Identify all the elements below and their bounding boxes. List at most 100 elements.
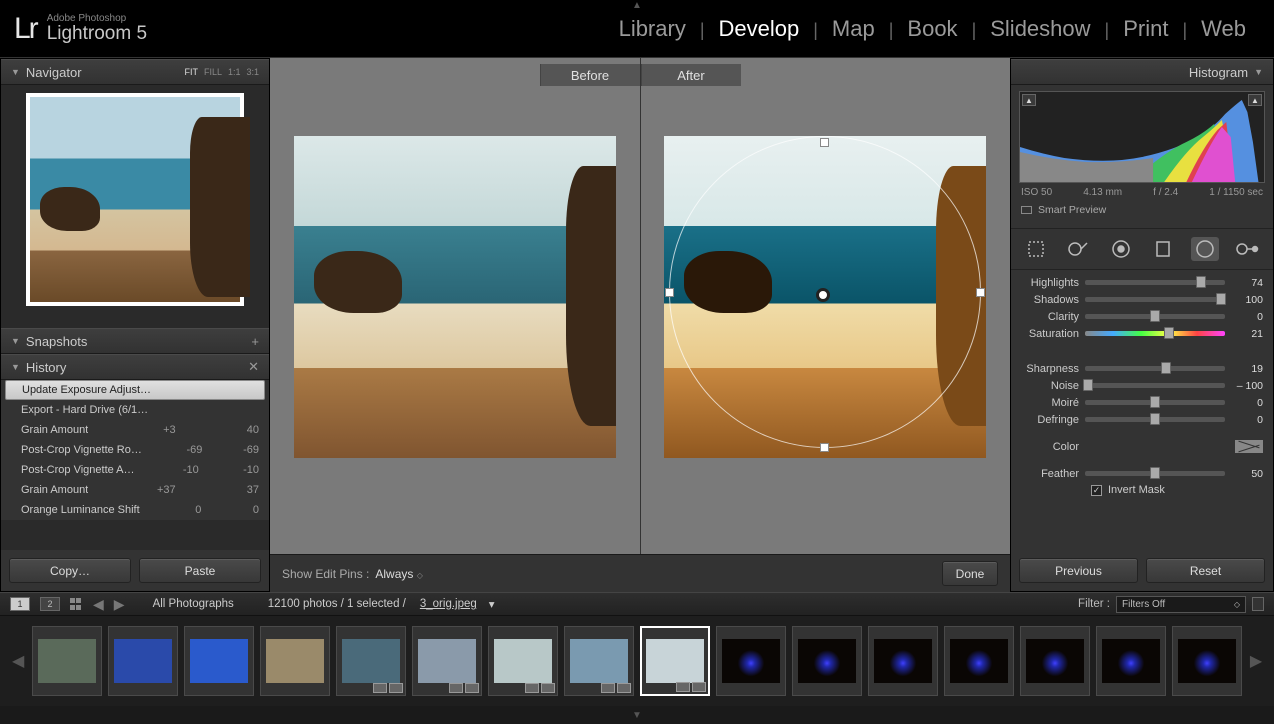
slider-sharpness[interactable]: Sharpness19 bbox=[1021, 360, 1263, 377]
filmstrip-thumb[interactable] bbox=[792, 626, 862, 696]
histogram-header[interactable]: Histogram ▼ bbox=[1011, 59, 1273, 85]
slider-defringe[interactable]: Defringe0 bbox=[1021, 411, 1263, 428]
filmstrip-thumb[interactable] bbox=[716, 626, 786, 696]
navigator-title: Navigator bbox=[26, 65, 82, 80]
filmstrip-thumb[interactable] bbox=[488, 626, 558, 696]
app-logo: Lr Adobe Photoshop Lightroom 5 bbox=[14, 12, 147, 46]
module-print[interactable]: Print bbox=[1109, 16, 1182, 42]
before-image[interactable] bbox=[294, 136, 616, 458]
count-text: 12100 photos / 1 selected / bbox=[268, 598, 406, 610]
module-slideshow[interactable]: Slideshow bbox=[976, 16, 1104, 42]
radial-handle-bottom[interactable] bbox=[820, 443, 829, 452]
slider-clarity[interactable]: Clarity0 bbox=[1021, 308, 1263, 325]
filename-dropdown-icon[interactable]: ▾ bbox=[489, 597, 495, 611]
navigator-header[interactable]: ▼ Navigator FITFILL1:13:1 bbox=[1, 59, 269, 85]
after-image[interactable] bbox=[664, 136, 986, 458]
edit-pins-dropdown[interactable]: Always ◇ bbox=[375, 567, 423, 581]
strip-right-icon[interactable]: ▶ bbox=[1248, 651, 1264, 671]
bottom-panel-handle[interactable]: ▼ bbox=[0, 706, 1274, 724]
history-item[interactable]: Orange Luminance Shift00 bbox=[1, 500, 269, 520]
brush-tool[interactable] bbox=[1233, 237, 1261, 261]
invert-mask-checkbox[interactable]: ✓Invert Mask bbox=[1021, 482, 1263, 496]
source-text[interactable]: All Photographs bbox=[153, 598, 234, 610]
filmstrip-thumb[interactable] bbox=[32, 626, 102, 696]
monitor-1-tab[interactable]: 1 bbox=[10, 597, 30, 611]
nav-back-icon[interactable]: ◀ bbox=[93, 596, 104, 613]
filmstrip-thumb[interactable] bbox=[868, 626, 938, 696]
filter-label: Filter : bbox=[1078, 598, 1110, 610]
done-button[interactable]: Done bbox=[942, 561, 998, 586]
history-item[interactable]: Export - Hard Drive (6/18/2013 12:32… bbox=[1, 400, 269, 420]
filter-lock-icon[interactable] bbox=[1252, 597, 1264, 611]
filmstrip-thumb[interactable] bbox=[260, 626, 330, 696]
zoom-3-1[interactable]: 3:1 bbox=[246, 67, 259, 77]
top-panel-handle[interactable]: ▲ bbox=[632, 0, 642, 11]
history-item[interactable]: Grain Amount+340 bbox=[1, 420, 269, 440]
slider-noise[interactable]: Noise– 100 bbox=[1021, 377, 1263, 394]
module-library[interactable]: Library bbox=[605, 16, 700, 42]
radial-filter-overlay[interactable] bbox=[664, 136, 986, 458]
slider-saturation[interactable]: Saturation21 bbox=[1021, 325, 1263, 342]
graduated-tool[interactable] bbox=[1149, 237, 1177, 261]
aperture-value: f / 2.4 bbox=[1153, 187, 1178, 198]
history-item[interactable]: Post-Crop Vignette Ro…-69-69 bbox=[1, 440, 269, 460]
filter-dropdown[interactable]: Filters Off◇ bbox=[1116, 596, 1246, 613]
filmstrip-thumb[interactable] bbox=[1172, 626, 1242, 696]
monitor-2-tab[interactable]: 2 bbox=[40, 597, 60, 611]
slider-shadows[interactable]: Shadows100 bbox=[1021, 291, 1263, 308]
filmstrip: ◀ ▶ bbox=[0, 616, 1274, 706]
zoom-fit[interactable]: FIT bbox=[184, 67, 198, 77]
filmstrip-thumb[interactable] bbox=[336, 626, 406, 696]
nav-fwd-icon[interactable]: ▶ bbox=[114, 596, 125, 613]
snapshots-header[interactable]: ▼ Snapshots + bbox=[1, 328, 269, 354]
spot-tool[interactable] bbox=[1065, 237, 1093, 261]
grid-view-icon[interactable] bbox=[70, 598, 83, 611]
slider-moiré[interactable]: Moiré0 bbox=[1021, 394, 1263, 411]
copy-button[interactable]: Copy… bbox=[9, 558, 131, 583]
after-pane: After bbox=[641, 58, 1011, 554]
disclosure-icon: ▼ bbox=[1254, 67, 1263, 77]
color-picker[interactable] bbox=[1235, 440, 1263, 453]
clear-history-button[interactable]: ✕ bbox=[248, 359, 259, 375]
filmstrip-thumb[interactable] bbox=[1096, 626, 1166, 696]
module-book[interactable]: Book bbox=[893, 16, 971, 42]
navigator-thumbnail[interactable] bbox=[26, 93, 244, 306]
zoom-1-1[interactable]: 1:1 bbox=[228, 67, 241, 77]
filmstrip-thumb[interactable] bbox=[564, 626, 634, 696]
focal-value: 4.13 mm bbox=[1083, 187, 1122, 198]
filmstrip-thumb[interactable] bbox=[412, 626, 482, 696]
highlight-clip-icon[interactable]: ▲ bbox=[1248, 94, 1262, 106]
radial-handle-top[interactable] bbox=[820, 138, 829, 147]
module-web[interactable]: Web bbox=[1187, 16, 1260, 42]
filmstrip-thumb[interactable] bbox=[944, 626, 1014, 696]
filmstrip-thumb[interactable] bbox=[1020, 626, 1090, 696]
radial-handle-left[interactable] bbox=[665, 288, 674, 297]
strip-left-icon[interactable]: ◀ bbox=[10, 651, 26, 671]
history-header[interactable]: ▼ History ✕ bbox=[1, 354, 269, 380]
add-snapshot-button[interactable]: + bbox=[251, 334, 259, 349]
snapshots-title: Snapshots bbox=[26, 334, 87, 349]
radial-tool[interactable] bbox=[1191, 237, 1219, 261]
crop-tool[interactable] bbox=[1023, 237, 1051, 261]
filmstrip-thumb[interactable] bbox=[184, 626, 254, 696]
redeye-tool[interactable] bbox=[1107, 237, 1135, 261]
module-map[interactable]: Map bbox=[818, 16, 889, 42]
filmstrip-thumb[interactable] bbox=[640, 626, 710, 696]
lr-badge-icon: Lr bbox=[14, 12, 37, 46]
module-develop[interactable]: Develop bbox=[705, 16, 814, 42]
history-item[interactable]: Grain Amount+3737 bbox=[1, 480, 269, 500]
history-item[interactable]: Update Exposure Adjustment bbox=[5, 380, 265, 400]
previous-button[interactable]: Previous bbox=[1019, 558, 1138, 583]
histogram[interactable]: ▲ ▲ bbox=[1019, 91, 1265, 183]
filename-text[interactable]: 3_orig.jpeg bbox=[420, 598, 477, 610]
shadow-clip-icon[interactable]: ▲ bbox=[1022, 94, 1036, 106]
history-item[interactable]: Post-Crop Vignette A…-10-10 bbox=[1, 460, 269, 480]
zoom-fill[interactable]: FILL bbox=[204, 67, 222, 77]
radial-handle-right[interactable] bbox=[976, 288, 985, 297]
filmstrip-thumb[interactable] bbox=[108, 626, 178, 696]
slider-highlights[interactable]: Highlights74 bbox=[1021, 274, 1263, 291]
color-label: Color bbox=[1021, 441, 1079, 453]
slider-feather[interactable]: Feather50 bbox=[1021, 465, 1263, 482]
paste-button[interactable]: Paste bbox=[139, 558, 261, 583]
reset-button[interactable]: Reset bbox=[1146, 558, 1265, 583]
